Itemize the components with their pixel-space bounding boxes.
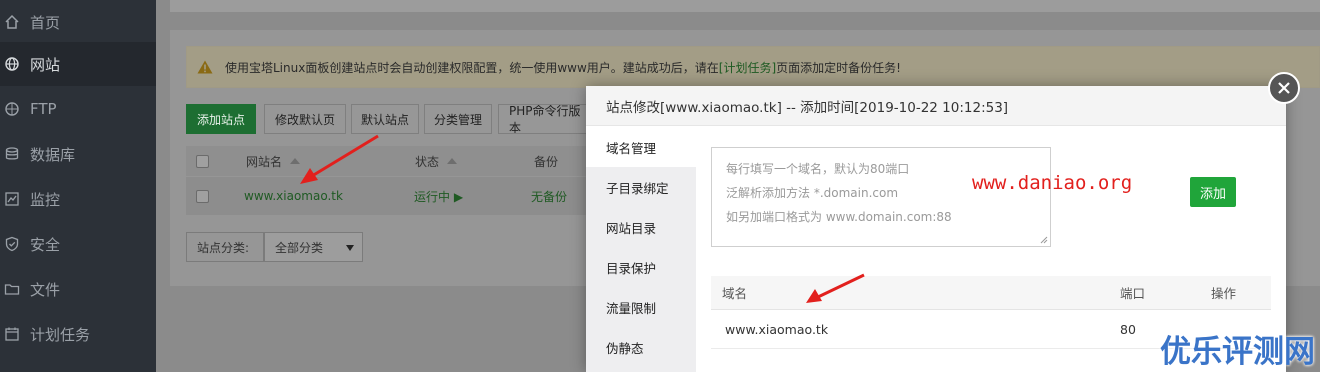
sidebar-item-label: 安全 bbox=[30, 235, 61, 254]
sidebar-item-files[interactable]: 文件 bbox=[0, 267, 156, 311]
alert-text: 使用宝塔Linux面板创建站点时会自动创建权限配置，统一使用www用户。建站成功… bbox=[225, 60, 719, 75]
brand-watermark: 优乐评测网 bbox=[1160, 334, 1315, 370]
sidebar-item-label: 计划任务 bbox=[30, 325, 91, 344]
domain-textarea[interactable]: 每行填写一个域名，默认为80端口 泛解析添加方法 *.domain.com 如另… bbox=[711, 147, 1051, 247]
sidebar-item-label: FTP bbox=[30, 100, 57, 118]
url-watermark: www.daniao.org bbox=[972, 172, 1133, 194]
col-domain: 域名 bbox=[722, 286, 748, 301]
alert-text-end: 页面添加定时备份任务! bbox=[776, 60, 901, 75]
cron-link[interactable]: [计划任务] bbox=[719, 59, 776, 76]
col-status[interactable]: 状态 bbox=[415, 146, 458, 176]
top-card bbox=[170, 0, 1320, 12]
port-value: 80 bbox=[1120, 322, 1136, 337]
calendar-icon bbox=[4, 326, 20, 342]
default-site-button[interactable]: 默认站点 bbox=[351, 104, 419, 134]
shield-icon bbox=[4, 236, 20, 252]
sidebar-item-label: 文件 bbox=[30, 280, 61, 299]
col-port: 端口 bbox=[1120, 286, 1146, 301]
select-all-checkbox[interactable] bbox=[196, 154, 209, 168]
sort-icon bbox=[447, 158, 458, 164]
sidebar-item-database[interactable]: 数据库 bbox=[0, 132, 156, 176]
tab-rewrite[interactable]: 伪静态 bbox=[586, 327, 696, 367]
site-backup[interactable]: 无备份 bbox=[531, 177, 567, 215]
domain-table-header: 域名 端口 操作 bbox=[711, 276, 1271, 310]
sidebar-item-label: 首页 bbox=[30, 13, 61, 32]
sidebar-item-label: 监控 bbox=[30, 190, 61, 209]
site-name-link[interactable]: www.xiaomao.tk bbox=[244, 177, 343, 215]
resize-grip-icon[interactable] bbox=[1040, 236, 1048, 244]
category-filter-label: 站点分类: bbox=[186, 232, 264, 262]
sidebar-item-ftp[interactable]: FTP bbox=[0, 87, 156, 131]
folder-icon bbox=[4, 281, 20, 297]
sidebar-item-website[interactable]: 网站 bbox=[0, 42, 156, 86]
sort-icon bbox=[290, 158, 301, 164]
tab-traffic-limit[interactable]: 流量限制 bbox=[586, 287, 696, 327]
category-filter: 站点分类: 全部分类 bbox=[186, 232, 363, 262]
tab-site-dir[interactable]: 网站目录 bbox=[586, 207, 696, 247]
col-action: 操作 bbox=[1211, 286, 1237, 301]
row-checkbox[interactable] bbox=[196, 189, 209, 203]
add-domain-button[interactable]: 添加 bbox=[1190, 177, 1236, 207]
monitor-icon bbox=[4, 191, 20, 207]
col-backup: 备份 bbox=[534, 154, 559, 169]
modal-title: 站点修改[www.xiaomao.tk] -- 添加时间[2019-10-22 … bbox=[586, 86, 1286, 126]
sidebar-item-label: 网站 bbox=[30, 55, 61, 74]
close-button[interactable] bbox=[1268, 72, 1300, 104]
site-status[interactable]: 运行中 ▶ bbox=[414, 177, 463, 215]
domain-value: www.xiaomao.tk bbox=[725, 322, 829, 337]
sidebar-item-cron[interactable]: 计划任务 bbox=[0, 312, 156, 356]
site-table-header: 网站名 状态 备份 bbox=[186, 146, 586, 176]
tab-dir-protect[interactable]: 目录保护 bbox=[586, 247, 696, 287]
sidebar: 首页 网站 FTP 数据库 监控 安全 文件 计划任务 bbox=[0, 0, 156, 372]
category-select[interactable]: 全部分类 bbox=[264, 232, 363, 262]
table-row: www.xiaomao.tk 运行中 ▶ 无备份 bbox=[186, 177, 586, 215]
tab-subdir-bind[interactable]: 子目录绑定 bbox=[586, 167, 696, 207]
close-icon bbox=[1278, 82, 1290, 94]
caret-down-icon bbox=[346, 245, 354, 251]
home-icon bbox=[4, 14, 20, 30]
category-manage-button[interactable]: 分类管理 bbox=[424, 104, 492, 134]
sidebar-item-home[interactable]: 首页 bbox=[0, 0, 156, 44]
ftp-icon bbox=[4, 101, 20, 117]
tab-domain-manage[interactable]: 域名管理 bbox=[586, 127, 696, 167]
sidebar-item-security[interactable]: 安全 bbox=[0, 222, 156, 266]
info-alert: 使用宝塔Linux面板创建站点时会自动创建权限配置，统一使用www用户。建站成功… bbox=[186, 46, 1320, 88]
col-site-name[interactable]: 网站名 bbox=[246, 146, 301, 176]
edit-default-page-button[interactable]: 修改默认页 bbox=[264, 104, 346, 134]
globe-icon bbox=[4, 56, 20, 72]
sidebar-item-monitor[interactable]: 监控 bbox=[0, 177, 156, 221]
placeholder-line: 如另加端口格式为 www.domain.com:88 bbox=[726, 210, 952, 224]
database-icon bbox=[4, 146, 20, 162]
php-cli-button[interactable]: PHP命令行版本 bbox=[498, 104, 590, 134]
modal-tabs: 域名管理 子目录绑定 网站目录 目录保护 流量限制 伪静态 bbox=[586, 127, 696, 372]
sidebar-item-label: 数据库 bbox=[30, 145, 76, 164]
add-site-button[interactable]: 添加站点 bbox=[186, 104, 256, 134]
warning-icon bbox=[197, 60, 213, 74]
